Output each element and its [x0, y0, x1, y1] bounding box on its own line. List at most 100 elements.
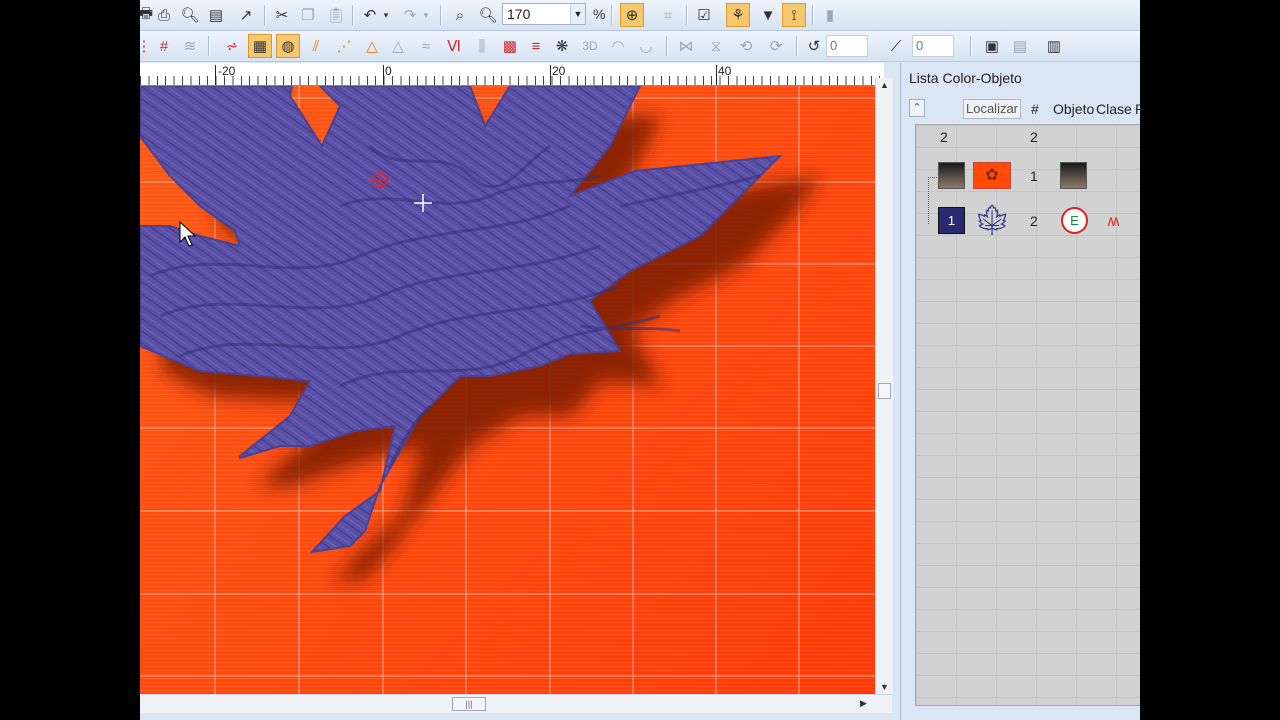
separator	[796, 36, 798, 56]
lines-fill-icon[interactable]: ≡	[524, 34, 548, 58]
row-number: 1	[1030, 168, 1038, 184]
color-index-swatch[interactable]: 1	[938, 207, 965, 234]
slant-angle-value: 0	[916, 38, 924, 53]
zoom-unit-label: %	[593, 6, 606, 22]
separator	[812, 5, 814, 25]
stitch-property-icon[interactable]: ʍ	[1100, 209, 1127, 236]
person-object-icon[interactable]	[1060, 162, 1087, 189]
slant-angle-input[interactable]: 0	[912, 35, 954, 57]
ruler-major-tick	[550, 65, 551, 85]
vertical-scrollbar[interactable]: ▲ ▼	[875, 78, 893, 694]
zigzag-fill-icon[interactable]: Ⅵ	[442, 34, 466, 58]
zoom-dropdown-icon[interactable]: ▼	[570, 4, 585, 24]
rotate-angle-input[interactable]: 0	[826, 35, 868, 57]
undo-icon[interactable]: ↶	[358, 3, 382, 27]
scroll-right-icon[interactable]: ▶	[860, 698, 867, 709]
trapunto-icon[interactable]: ❋	[550, 34, 574, 58]
ruler-label: 0	[385, 64, 392, 78]
panel-header: ⌃ Localizar # Objeto Clase P	[901, 96, 1140, 122]
ruler-major-tick	[716, 65, 717, 85]
main-toolbar: 🖶 ⎙ 🔍︎ ▤ ↗ ✂ ❐ 📋︎ ↶ ▾ ↷ ▾ ⌕ 🔍︎ 170 ▼ % ⊕…	[140, 0, 1140, 31]
horizontal-scroll-thumb[interactable]: |||	[452, 697, 486, 711]
ruler-ticks	[140, 76, 884, 85]
separator	[264, 5, 266, 25]
color-count: 2	[940, 129, 948, 145]
monogram-icon[interactable]: ▤	[1008, 34, 1032, 58]
fill-class-icon[interactable]: E	[1061, 207, 1088, 234]
separator	[666, 36, 668, 56]
zoom-input[interactable]: 170 ▼	[502, 3, 586, 25]
scroll-up-icon[interactable]: ▲	[880, 80, 889, 90]
cross-fill-icon[interactable]: ▩	[498, 34, 522, 58]
rotate-angle-icon[interactable]: ↺	[802, 34, 826, 58]
report-icon[interactable]: ▤	[204, 3, 228, 27]
spiral-fill-icon[interactable]: ⫽	[304, 34, 328, 58]
wave-fill-icon[interactable]: ⩫	[220, 34, 244, 58]
redo-dropdown-icon[interactable]: ▾	[420, 3, 432, 27]
emboss-icon[interactable]: ◠	[606, 34, 630, 58]
panel-title: Lista Color-Objeto	[909, 70, 1022, 86]
properties-icon[interactable]: ▥	[1042, 34, 1066, 58]
radial-fill-icon[interactable]: ◍	[276, 34, 300, 58]
color-object-list-panel: Lista Color-Objeto ⌃ Localizar # Objeto …	[900, 63, 1140, 720]
column-header-p[interactable]: P	[1135, 101, 1140, 117]
column-fill-icon[interactable]: ⫼	[470, 34, 494, 58]
rotate-left-icon[interactable]: ⟲	[734, 34, 758, 58]
redo-icon[interactable]: ↷	[398, 3, 422, 27]
vertical-scroll-thumb[interactable]	[878, 383, 891, 399]
triangle-fill-icon[interactable]: △	[360, 34, 384, 58]
leaf-thumbnail-icon[interactable]: 🍁︎	[973, 205, 1011, 239]
horizontal-scrollbar[interactable]: ||| ▶	[140, 694, 892, 713]
rotate-right-icon[interactable]: ⟳	[764, 34, 788, 58]
star-fill-icon[interactable]: ⋰	[332, 34, 356, 58]
print-preview-icon[interactable]: ⎙	[152, 3, 176, 27]
mirror-horizontal-icon[interactable]: ⋈	[674, 34, 698, 58]
row-number: 2	[1030, 213, 1038, 229]
undo-dropdown-icon[interactable]: ▾	[380, 3, 392, 27]
color-object-grid[interactable]: 2 2 ✿ 1 1 🍁︎ 2 E ʍ	[915, 124, 1140, 706]
column-header-number[interactable]: #	[1031, 101, 1039, 117]
show-hoop-icon[interactable]: ⊕	[620, 3, 644, 27]
zoom-box-icon[interactable]: ⌕	[448, 3, 472, 27]
object-count: 2	[1030, 129, 1038, 145]
grid-settings-icon[interactable]: ⌗	[656, 3, 680, 27]
digitizing-toolbar: ⋮ # ≋ ⩫ ▦ ◍ ⫽ ⋰ △ △ ≈ Ⅵ ⫼ ▩ ≡ ❋ 3D ◠ ◡ ⋈…	[140, 31, 1140, 62]
separator	[352, 5, 354, 25]
cut-icon[interactable]: ✂	[270, 3, 294, 27]
ruler-label: 40	[718, 64, 732, 78]
fill-stitch-icon[interactable]: #	[152, 34, 176, 58]
column-header-object[interactable]: Objeto	[1053, 101, 1094, 117]
background-swatch-icon[interactable]: ✿	[973, 162, 1011, 189]
stitch-edit-icon[interactable]: ⚘	[726, 3, 750, 27]
travel-icon[interactable]: ⟟	[782, 3, 806, 27]
needle-points-icon[interactable]: ▼	[756, 3, 780, 27]
scroll-down-icon[interactable]: ▼	[880, 682, 889, 692]
design-canvas[interactable]	[140, 86, 875, 694]
wavy-fill-icon[interactable]: ≈	[414, 34, 438, 58]
slant-angle-icon[interactable]: ⟋	[884, 34, 908, 58]
sculpture-icon[interactable]: ◡	[634, 34, 658, 58]
person-thumbnail-icon[interactable]	[938, 162, 965, 189]
lettering-icon[interactable]: ▣	[980, 34, 1004, 58]
collapse-icon[interactable]: ⌃	[909, 99, 925, 117]
ruler-major-tick	[215, 65, 216, 85]
export-icon[interactable]: ↗	[234, 3, 258, 27]
separator	[686, 5, 688, 25]
checkbox-icon[interactable]: ☑	[692, 3, 716, 27]
motif-fill-icon[interactable]: △	[386, 34, 410, 58]
ruler-label: -20	[218, 64, 236, 78]
preview-icon[interactable]: 🔍︎	[178, 3, 202, 27]
zoom-icon[interactable]: 🔍︎	[476, 3, 500, 27]
3d-effect-button[interactable]: 3D	[578, 34, 602, 58]
copy-icon[interactable]: ❐	[296, 3, 320, 27]
column-header-class[interactable]: Clase	[1096, 101, 1132, 117]
locate-button[interactable]: Localizar	[963, 99, 1021, 119]
machine-icon[interactable]: ▮	[818, 3, 842, 27]
contour-fill-icon[interactable]: ≋	[178, 34, 202, 58]
paste-icon[interactable]: 📋︎	[324, 3, 348, 27]
rotate-angle-value: 0	[830, 38, 838, 53]
mirror-vertical-icon[interactable]: ⧖	[704, 34, 728, 58]
separator	[611, 5, 613, 25]
tatami-fill-icon[interactable]: ▦	[248, 34, 272, 58]
canvas-drawing	[140, 86, 875, 694]
